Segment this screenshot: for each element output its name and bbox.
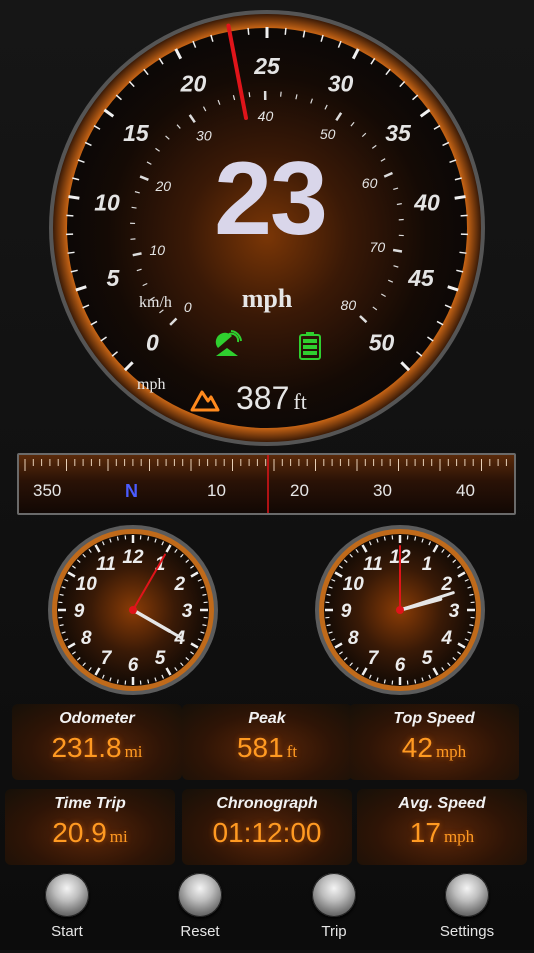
inner-scale-label: 0 [184,299,192,315]
compass-label-20: 20 [290,481,309,501]
trip-label[interactable]: Trip [289,923,379,940]
compass-strip: 350 N 10 20 30 40 [17,453,516,515]
clock-number: 5 [155,648,166,669]
mountain-altitude-icon [190,386,220,412]
avg-speed-panel: Avg. Speed 17mph [357,789,527,865]
outer-scale-label: 5 [107,265,121,291]
clock-number: 11 [363,554,383,575]
reset-label[interactable]: Reset [155,923,245,940]
odometer-panel: Odometer 231.8mi [12,704,182,780]
top-speed-unit: mph [436,742,466,761]
clock-number: 11 [96,554,116,575]
clock-number: 4 [440,628,452,649]
altitude-unit: ft [293,389,306,414]
start-button[interactable]: Start [22,873,112,953]
speed-readout: 23 [180,140,360,259]
clock-left: 121234567891011 [47,524,219,696]
clock-number: 9 [341,601,352,622]
peak-unit: ft [287,742,297,761]
clock-number: 5 [422,648,433,669]
outer-scale-label: 40 [413,190,440,216]
clock-number: 7 [368,648,380,669]
odometer-value: 231.8 [51,732,121,763]
compass-label-350: 350 [33,481,61,501]
clock-number: 1 [422,554,433,575]
compass-label-10: 10 [207,481,226,501]
inner-scale-label: 20 [154,178,171,194]
time-trip-unit: mi [110,827,128,846]
clock-number: 6 [128,655,139,676]
inner-scale-label: 60 [362,175,378,191]
time-trip-value: 20.9 [52,817,107,848]
trip-button[interactable]: Trip [289,873,379,953]
clock-number: 3 [182,601,193,622]
clock-number: 6 [395,655,406,676]
clock-number: 10 [76,574,98,595]
top-speed-label: Top Speed [349,710,519,728]
clock-number: 7 [101,648,113,669]
trip-knob-icon[interactable] [312,873,356,917]
outer-scale-label: 50 [369,330,395,356]
reset-button[interactable]: Reset [155,873,245,953]
gps-satellite-icon [212,330,242,360]
clock-number: 8 [81,628,92,649]
battery-icon [299,332,321,360]
outer-scale-label: 30 [328,71,354,97]
outer-scale-label: 45 [407,265,435,291]
peak-label: Peak [182,710,352,728]
reset-knob-icon[interactable] [178,873,222,917]
inner-unit-label: km/h [139,294,172,311]
top-speed-panel: Top Speed 42mph [349,704,519,780]
time-trip-panel: Time Trip 20.9mi [5,789,175,865]
settings-button[interactable]: Settings [422,873,512,953]
inner-scale-label: 10 [149,242,165,258]
outer-scale-label: 25 [253,53,281,79]
odometer-label: Odometer [12,710,182,728]
time-trip-label: Time Trip [5,795,175,813]
outer-unit-label: mph [137,376,165,393]
clock-number: 2 [440,574,452,595]
top-speed-value: 42 [402,732,433,763]
compass-label-north: N [125,481,138,502]
inner-scale-label: 80 [341,297,357,313]
clock-number: 3 [449,601,460,622]
clock-number: 2 [173,574,185,595]
altitude-number: 387 [236,380,289,416]
start-knob-icon[interactable] [45,873,89,917]
altitude-value: 387ft [236,380,307,417]
speed-unit: mph [217,284,317,314]
compass-label-40: 40 [456,481,475,501]
avg-speed-label: Avg. Speed [357,795,527,813]
avg-speed-value: 17 [410,817,441,848]
peak-value: 581 [237,732,284,763]
chronograph-panel: Chronograph 01:12:00 [182,789,352,865]
chronograph-value: 01:12:00 [213,817,322,848]
clock-right: 121234567891011 [314,524,486,696]
peak-panel: Peak 581ft [182,704,352,780]
clock-number: 10 [343,574,365,595]
settings-label[interactable]: Settings [422,923,512,940]
start-label[interactable]: Start [22,923,112,940]
settings-knob-icon[interactable] [445,873,489,917]
inner-scale-label: 40 [258,108,274,124]
compass-label-30: 30 [373,481,392,501]
outer-scale-label: 0 [146,330,159,356]
inner-scale-label: 70 [370,239,386,255]
outer-scale-label: 20 [180,71,207,97]
clock-number: 12 [122,547,144,568]
clock-number: 9 [74,601,85,622]
outer-scale-label: 10 [94,190,120,216]
odometer-unit: mi [125,742,143,761]
clock-number: 8 [348,628,359,649]
outer-scale-label: 35 [385,120,412,146]
chronograph-label: Chronograph [182,795,352,813]
avg-speed-unit: mph [444,827,474,846]
outer-scale-label: 15 [123,120,150,146]
